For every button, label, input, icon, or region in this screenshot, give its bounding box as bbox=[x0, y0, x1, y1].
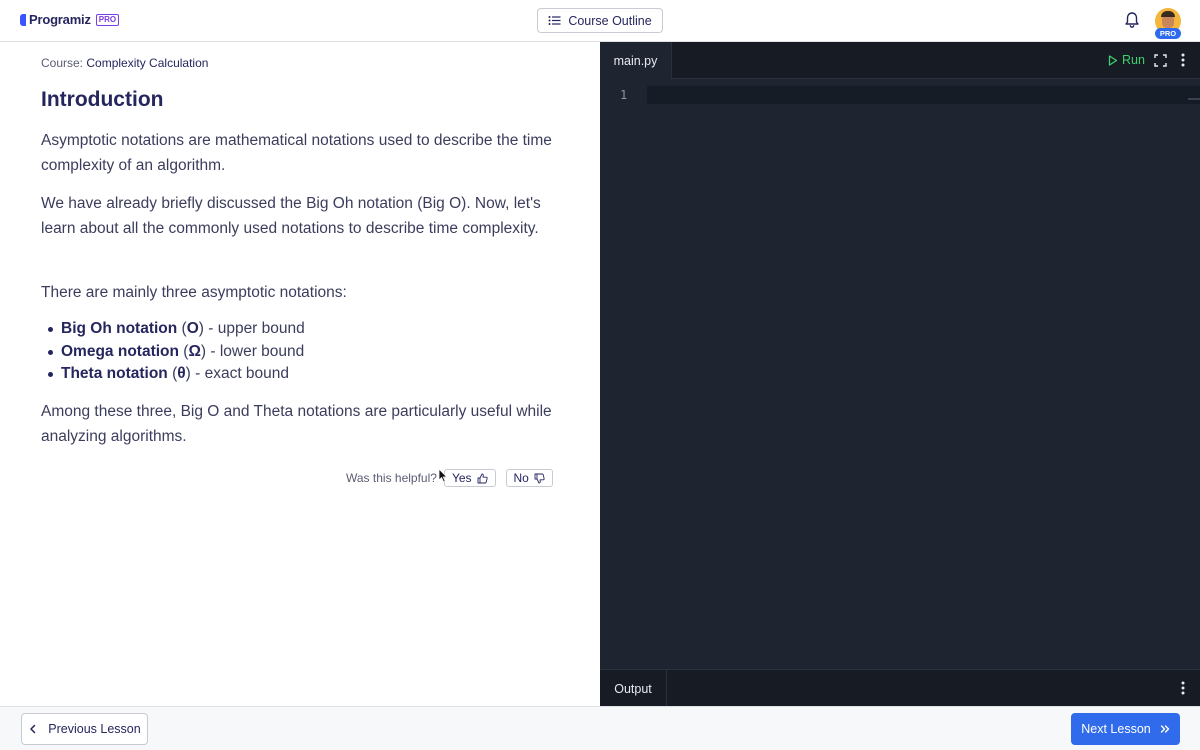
lesson-navigation-bar: Previous Lesson Next Lesson bbox=[0, 706, 1200, 750]
editor-header: main.py Run bbox=[600, 42, 1200, 79]
lesson-content: Course: Complexity Calculation Introduct… bbox=[0, 42, 600, 706]
active-line-highlight[interactable] bbox=[647, 86, 1200, 104]
notations-list: Big Oh notation (O) - upper bound Omega … bbox=[46, 318, 305, 386]
tab-main-py[interactable]: main.py bbox=[600, 42, 672, 79]
notification-bell-icon[interactable] bbox=[1124, 11, 1140, 29]
code-editor: main.py Run 1 bbox=[600, 42, 1200, 669]
feedback-widget: Was this helpful? Yes No bbox=[346, 469, 553, 487]
logo-text: Programiz bbox=[29, 12, 91, 27]
feedback-yes-button[interactable]: Yes bbox=[443, 469, 496, 487]
thumbs-down-icon bbox=[534, 473, 545, 483]
run-label: Run bbox=[1122, 53, 1145, 67]
output-options-icon[interactable] bbox=[1181, 681, 1185, 695]
feedback-question: Was this helpful? bbox=[346, 471, 437, 485]
fullscreen-icon[interactable] bbox=[1154, 54, 1167, 67]
breadcrumb-prefix: Course: bbox=[41, 56, 84, 70]
feedback-no-button[interactable]: No bbox=[505, 469, 553, 487]
list-item: Big Oh notation (O) - upper bound bbox=[46, 318, 305, 341]
next-lesson-label: Next Lesson bbox=[1081, 722, 1151, 736]
lesson-title: Introduction bbox=[41, 88, 164, 111]
top-bar: Programiz PRO Course Outline PRO bbox=[0, 0, 1200, 42]
paragraph-4: Among these three, Big O and Theta notat… bbox=[41, 403, 552, 445]
list-item: Theta notation (θ) - exact bound bbox=[46, 363, 305, 386]
list-icon bbox=[548, 16, 561, 25]
paragraph-1: Asymptotic notations are mathematical no… bbox=[41, 132, 552, 174]
programiz-logo[interactable]: Programiz PRO bbox=[20, 12, 120, 27]
next-lesson-button[interactable]: Next Lesson bbox=[1071, 713, 1180, 745]
paragraph-3: There are mainly three asymptotic notati… bbox=[41, 284, 347, 301]
paragraph-2: We have already briefly discussed the Bi… bbox=[41, 195, 541, 237]
breadcrumb: Course: Complexity Calculation bbox=[41, 56, 208, 70]
line-number: 1 bbox=[620, 88, 628, 102]
play-icon bbox=[1108, 54, 1118, 66]
previous-lesson-button[interactable]: Previous Lesson bbox=[21, 713, 148, 745]
run-button[interactable]: Run bbox=[1108, 53, 1145, 67]
logo-mark-icon bbox=[20, 13, 26, 26]
breadcrumb-course[interactable]: Complexity Calculation bbox=[86, 56, 208, 70]
avatar-pro-badge: PRO bbox=[1155, 28, 1181, 39]
output-panel: Output bbox=[600, 669, 1200, 707]
previous-lesson-label: Previous Lesson bbox=[48, 722, 141, 736]
thumbs-up-icon bbox=[477, 473, 488, 483]
chevron-left-icon bbox=[30, 724, 36, 734]
double-chevron-right-icon bbox=[1160, 725, 1169, 733]
course-outline-button[interactable]: Course Outline bbox=[537, 8, 663, 33]
mouse-cursor-icon bbox=[438, 468, 448, 483]
more-options-icon[interactable] bbox=[1181, 53, 1185, 67]
scrollbar-indicator[interactable] bbox=[1188, 98, 1200, 100]
tab-output[interactable]: Output bbox=[600, 670, 667, 707]
list-item: Omega notation (Ω) - lower bound bbox=[46, 341, 305, 364]
logo-pro-badge: PRO bbox=[95, 13, 120, 26]
course-outline-label: Course Outline bbox=[568, 13, 652, 28]
